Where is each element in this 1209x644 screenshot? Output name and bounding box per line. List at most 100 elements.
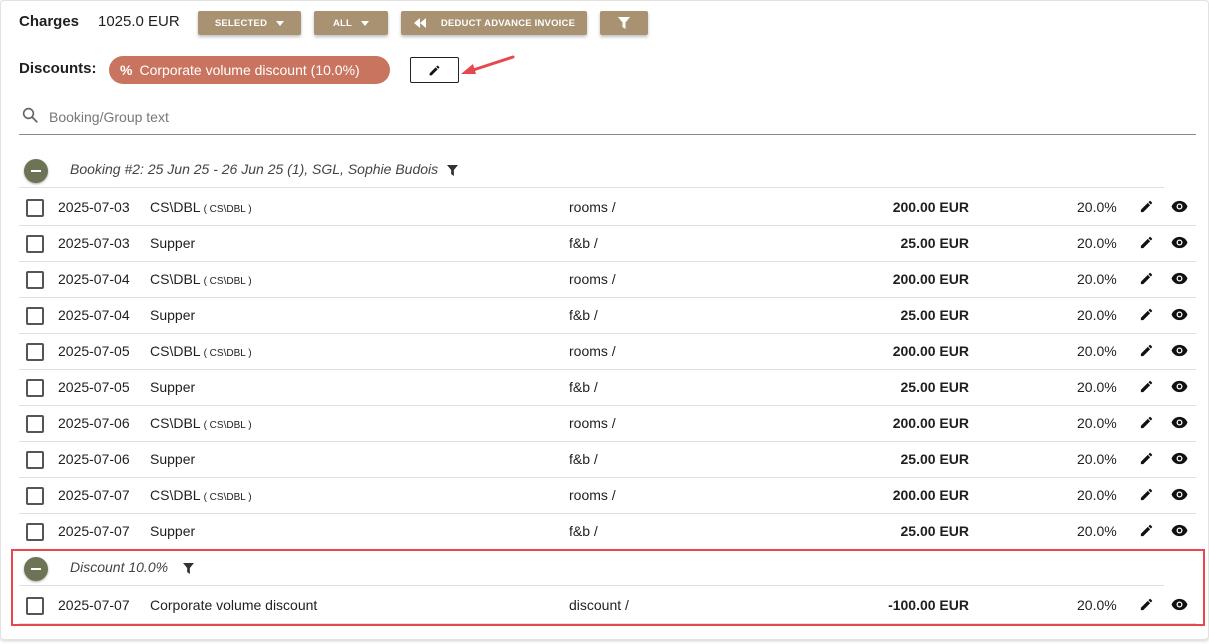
view-charge-button[interactable] [1171, 271, 1188, 286]
row-checkbox[interactable] [26, 415, 44, 433]
view-charge-button[interactable] [1171, 451, 1188, 466]
charge-name-cell: Corporate volume discount [150, 597, 317, 613]
charge-name: CS\DBL [150, 271, 201, 287]
row-checkbox[interactable] [26, 343, 44, 361]
edit-discounts-button[interactable] [410, 57, 459, 83]
caret-down-icon [361, 20, 370, 26]
rewind-icon [413, 18, 426, 28]
charge-row: 2025-07-03 Supper f&b / 25.00 EUR 20.0% [19, 225, 1196, 262]
eye-icon [1171, 452, 1188, 465]
view-charge-button[interactable] [1171, 597, 1188, 612]
charge-name: Supper [150, 379, 196, 395]
charge-category: f&b / [569, 307, 598, 323]
charge-amount: 25.00 EUR [900, 307, 969, 323]
booking-group-search-input[interactable] [49, 107, 1189, 127]
group-header: Booking #2: 25 Jun 25 - 26 Jun 25 (1), S… [19, 151, 1164, 188]
charge-amount: -100.00 EUR [888, 597, 969, 613]
charge-vat: 20.0% [1077, 523, 1117, 539]
discount-chip[interactable]: % Corporate volume discount (10.0%) [109, 56, 390, 84]
view-charge-button[interactable] [1171, 199, 1188, 214]
edit-charge-button[interactable] [1139, 523, 1154, 538]
charge-date: 2025-07-04 [58, 307, 130, 323]
collapse-group-button[interactable] [24, 159, 48, 183]
edit-charge-button[interactable] [1139, 307, 1154, 322]
view-charge-button[interactable] [1171, 379, 1188, 394]
charge-category: rooms / [569, 487, 616, 503]
pencil-icon [1140, 272, 1153, 285]
group-filter-icon[interactable] [447, 165, 458, 176]
charge-date: 2025-07-03 [58, 199, 130, 215]
charge-category: discount / [569, 597, 629, 613]
charge-date: 2025-07-05 [58, 343, 130, 359]
charge-name-cell: Supper [150, 307, 195, 323]
pencil-icon [1140, 200, 1153, 213]
charge-name: Supper [150, 235, 196, 251]
selected-button-label: SELECTED [214, 17, 268, 29]
collapse-group-button[interactable] [24, 557, 48, 581]
charge-name-cell: CS\DBL( CS\DBL ) [150, 199, 252, 215]
edit-charge-button[interactable] [1139, 415, 1154, 430]
charge-name-cell: CS\DBL( CS\DBL ) [150, 343, 252, 359]
eye-icon [1171, 200, 1188, 213]
view-charge-button[interactable] [1171, 343, 1188, 358]
row-checkbox[interactable] [26, 235, 44, 253]
filter-button[interactable] [600, 11, 648, 35]
charge-category: rooms / [569, 271, 616, 287]
charge-date: 2025-07-04 [58, 271, 130, 287]
edit-charge-button[interactable] [1139, 451, 1154, 466]
edit-charge-button[interactable] [1139, 235, 1154, 250]
row-checkbox[interactable] [26, 523, 44, 541]
charge-name-cell: Supper [150, 451, 195, 467]
charge-category: f&b / [569, 235, 598, 251]
charge-category: rooms / [569, 199, 616, 215]
filter-icon [618, 17, 630, 29]
row-checkbox[interactable] [26, 451, 44, 469]
view-charge-button[interactable] [1171, 523, 1188, 538]
eye-icon [1171, 308, 1188, 321]
pencil-icon [1140, 488, 1153, 501]
charge-code: ( CS\DBL ) [203, 204, 252, 215]
view-charge-button[interactable] [1171, 415, 1188, 430]
eye-icon [1171, 344, 1188, 357]
edit-charge-button[interactable] [1139, 487, 1154, 502]
charge-amount: 25.00 EUR [900, 379, 969, 395]
selected-dropdown-button[interactable]: SELECTED [198, 11, 301, 35]
edit-charge-button[interactable] [1139, 271, 1154, 286]
charge-name-cell: Supper [150, 523, 195, 539]
charges-panel: Charges 1025.0 EUR SELECTED ALL DEDUCT A… [0, 0, 1209, 640]
view-charge-button[interactable] [1171, 307, 1188, 322]
group-title: Discount 10.0% [70, 559, 169, 575]
charge-name: CS\DBL [150, 415, 201, 431]
row-checkbox[interactable] [26, 379, 44, 397]
charge-category: rooms / [569, 343, 616, 359]
charge-date: 2025-07-05 [58, 379, 130, 395]
row-checkbox[interactable] [26, 199, 44, 217]
view-charge-button[interactable] [1171, 235, 1188, 250]
charge-row: 2025-07-06 Supper f&b / 25.00 EUR 20.0% [19, 441, 1196, 478]
charge-category: f&b / [569, 379, 598, 395]
edit-charge-button[interactable] [1139, 199, 1154, 214]
row-checkbox[interactable] [26, 487, 44, 505]
pencil-icon [1140, 344, 1153, 357]
charge-vat: 20.0% [1077, 199, 1117, 215]
row-checkbox[interactable] [26, 597, 44, 615]
eye-icon [1171, 272, 1188, 285]
edit-charge-button[interactable] [1139, 343, 1154, 358]
edit-charge-button[interactable] [1139, 379, 1154, 394]
deduct-advance-invoice-button[interactable]: DEDUCT ADVANCE INVOICE [401, 11, 587, 35]
charge-vat: 20.0% [1077, 307, 1117, 323]
charge-amount: 25.00 EUR [900, 235, 969, 251]
charge-amount: 200.00 EUR [892, 199, 969, 215]
charge-date: 2025-07-06 [58, 451, 130, 467]
charge-name: Supper [150, 307, 196, 323]
edit-charge-button[interactable] [1139, 597, 1154, 612]
charge-row: 2025-07-03 CS\DBL( CS\DBL ) rooms / 200.00 … [19, 189, 1196, 226]
view-charge-button[interactable] [1171, 487, 1188, 502]
pencil-icon [1140, 452, 1153, 465]
charge-name-cell: CS\DBL( CS\DBL ) [150, 415, 252, 431]
row-checkbox[interactable] [26, 271, 44, 289]
row-checkbox[interactable] [26, 307, 44, 325]
discount-chip-label: Corporate volume discount (10.0%) [139, 62, 360, 78]
group-filter-icon[interactable] [183, 563, 194, 574]
all-dropdown-button[interactable]: ALL [314, 11, 388, 35]
